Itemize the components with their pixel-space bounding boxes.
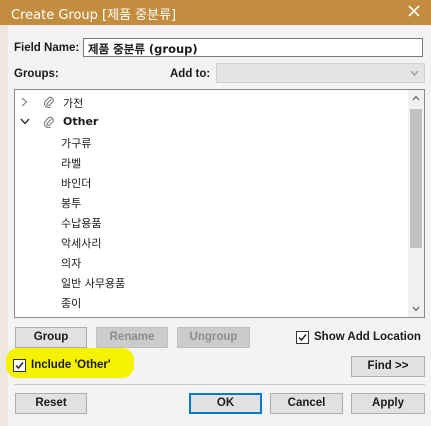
apply-button[interactable]: Apply	[351, 393, 425, 414]
show-add-location-label: Show Add Location	[314, 331, 421, 343]
paperclip-icon	[43, 96, 54, 108]
field-name-input[interactable]: 제품 중분류 (group)	[83, 38, 423, 57]
rename-button[interactable]: Rename	[96, 327, 168, 348]
tree-item-가전[interactable]: 가전	[15, 91, 407, 111]
add-to-label: Add to:	[170, 68, 211, 80]
tree-child-item[interactable]: 봉투	[15, 191, 407, 211]
tree-child-label: 종이	[61, 297, 82, 310]
divider	[14, 384, 425, 385]
tree-child-item[interactable]: 바인더	[15, 171, 407, 191]
tree-child-item[interactable]: 라벨	[15, 151, 407, 171]
include-other-checkbox[interactable]	[13, 359, 26, 372]
cancel-button[interactable]: Cancel	[270, 393, 343, 414]
tree-child-label: 제본	[61, 315, 81, 317]
tree-child-label: 수납용품	[61, 217, 102, 230]
scroll-down-icon[interactable]	[412, 306, 420, 312]
add-to-dropdown[interactable]	[216, 63, 425, 83]
tree-child-label: 봉투	[61, 197, 82, 210]
tree-child-label: 바인더	[61, 177, 92, 190]
tree-child-item[interactable]: 제본	[15, 311, 407, 317]
tree-child-item[interactable]: 의자	[15, 251, 407, 271]
window-title: Create Group [제품 중분류]	[11, 8, 177, 23]
tree-child-label: 악세사리	[61, 237, 102, 250]
ok-button[interactable]: OK	[189, 393, 262, 414]
groups-tree[interactable]: 가전 Other 가구류 라벨 바인더 봉투 수납용품 악세사리 의자 일반 사…	[14, 89, 425, 318]
checkmark-icon	[15, 362, 24, 370]
tree-child-item[interactable]: 일반 사무용품	[15, 271, 407, 291]
tree-child-label: 가구류	[61, 137, 92, 150]
group-button[interactable]: Group	[15, 327, 87, 348]
find-button[interactable]: Find >>	[351, 356, 425, 377]
chevron-down-icon[interactable]	[20, 118, 30, 125]
tree-scrollbar[interactable]	[408, 90, 424, 317]
chevron-right-icon[interactable]	[21, 97, 28, 107]
scroll-up-icon[interactable]	[412, 95, 420, 101]
tree-child-item[interactable]: 수납용품	[15, 211, 407, 231]
groups-label: Groups:	[14, 68, 59, 80]
tree-child-item[interactable]: 악세사리	[15, 231, 407, 251]
tree-child-label: 라벨	[61, 157, 82, 170]
scrollbar-thumb[interactable]	[410, 109, 422, 248]
tree-item-label: Other	[63, 115, 99, 128]
show-add-location-checkbox[interactable]	[296, 331, 309, 344]
field-name-label: Field Name:	[14, 42, 80, 54]
paperclip-icon	[43, 116, 54, 128]
tree-item-other[interactable]: Other	[15, 111, 407, 131]
reset-button[interactable]: Reset	[15, 393, 87, 414]
checkmark-icon	[298, 334, 307, 342]
tree-child-label: 의자	[61, 257, 82, 270]
tree-child-item[interactable]: 가구류	[15, 131, 407, 151]
tree-item-label: 가전	[63, 97, 84, 110]
include-other-label: Include 'Other'	[31, 359, 111, 371]
close-icon[interactable]	[406, 3, 422, 19]
tree-child-label: 일반 사무용품	[61, 277, 126, 290]
ungroup-button[interactable]: Ungroup	[177, 327, 250, 348]
tree-child-item[interactable]: 종이	[15, 291, 407, 311]
title-bar: Create Group [제품 중분류]	[0, 0, 431, 25]
chevron-down-icon	[410, 70, 419, 76]
